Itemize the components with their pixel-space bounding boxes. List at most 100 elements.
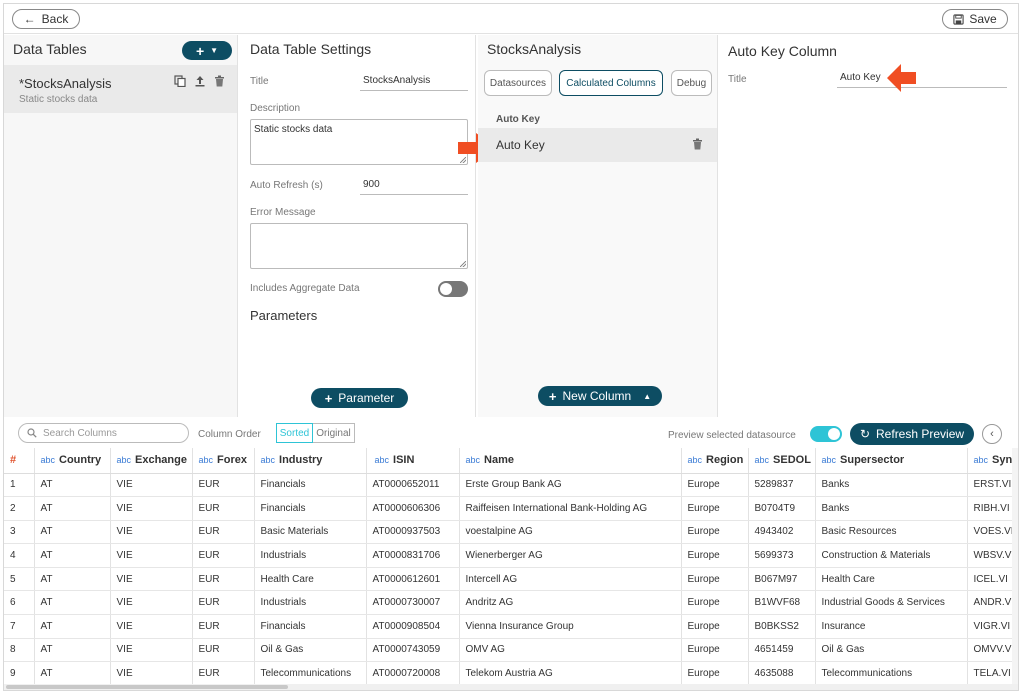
- auto-key-title-label: Title: [728, 74, 747, 85]
- column-header[interactable]: abc Country: [34, 448, 111, 474]
- table-cell: AT: [34, 496, 111, 521]
- description-label: Description: [250, 103, 301, 114]
- column-header[interactable]: abc Syn: [967, 448, 1018, 474]
- column-header[interactable]: abc Name: [459, 448, 682, 474]
- column-header[interactable]: abc Supersector: [815, 448, 968, 474]
- settings-title: Data Table Settings: [250, 41, 372, 57]
- tab-datasources[interactable]: Datasources: [484, 70, 552, 96]
- tab-debug[interactable]: Debug: [671, 70, 712, 96]
- column-header[interactable]: abc ISIN: [366, 448, 460, 474]
- table-cell: ANDR.VI: [967, 590, 1018, 616]
- auto-key-column-panel: Auto Key Column Title Auto Key: [719, 35, 1019, 417]
- table-cell: OMV AG: [459, 638, 682, 663]
- sorted-option[interactable]: Sorted: [276, 423, 313, 443]
- table-row[interactable]: 8 AT VIE EUR Oil & Gas AT0000743059 OMV AG Euro…: [4, 638, 1018, 663]
- table-cell: Europe: [681, 638, 749, 663]
- table-cell: EUR: [192, 614, 255, 639]
- table-cell: EUR: [192, 520, 255, 545]
- upload-icon[interactable]: [194, 75, 206, 87]
- table-cell: Europe: [681, 567, 749, 592]
- table-cell: VIE: [110, 543, 193, 568]
- table-cell: Europe: [681, 590, 749, 616]
- column-header[interactable]: abc Industry: [254, 448, 367, 474]
- table-row[interactable]: 3 AT VIE EUR Basic Materials AT0000937503 voes…: [4, 520, 1018, 545]
- table-row[interactable]: 2 AT VIE EUR Financials AT0000606306 Raiffeise…: [4, 496, 1018, 521]
- table-cell: Raiffeisen International Bank-Holding AG: [459, 496, 682, 521]
- floppy-disk-icon: [953, 13, 964, 25]
- save-button[interactable]: Save: [942, 9, 1008, 29]
- data-table-name: *StocksAnalysis: [19, 76, 112, 91]
- column-header[interactable]: abc Forex: [192, 448, 255, 474]
- table-cell: Telecommunications: [815, 661, 968, 686]
- table-cell: VOES.VI: [967, 520, 1018, 545]
- table-cell: TELA.VI: [967, 661, 1018, 686]
- column-header[interactable]: abc Exchange: [110, 448, 193, 474]
- new-column-label: New Column: [562, 389, 632, 403]
- column-header[interactable]: abc Region: [681, 448, 749, 474]
- auto-key-row-label: Auto Key: [496, 138, 545, 152]
- tab-calculated-columns[interactable]: Calculated Columns: [559, 70, 663, 96]
- back-button[interactable]: ← Back: [12, 9, 80, 29]
- data-table-item[interactable]: *StocksAnalysis Static stocks data: [4, 65, 237, 113]
- table-cell: VIE: [110, 661, 193, 686]
- vertical-scrollbar[interactable]: [1012, 448, 1018, 686]
- table-cell: B1WVF68: [748, 590, 816, 616]
- search-placeholder: Search Columns: [43, 427, 117, 439]
- data-tables-title: Data Tables: [13, 41, 87, 57]
- data-table-settings-panel: Data Table Settings Title StocksAnalysis…: [240, 35, 497, 417]
- description-field[interactable]: Static stocks data: [250, 119, 468, 165]
- table-cell: VIGR.VI: [967, 614, 1018, 639]
- table-cell: voestalpine AG: [459, 520, 682, 545]
- table-cell: Telecommunications: [254, 661, 367, 686]
- table-row[interactable]: 5 AT VIE EUR Health Care AT0000612601 Intercel…: [4, 567, 1018, 592]
- table-cell: EUR: [192, 661, 255, 686]
- table-cell: Europe: [681, 543, 749, 568]
- scrollbar-thumb[interactable]: [6, 685, 288, 689]
- table-cell: Europe: [681, 473, 749, 498]
- table-cell: AT: [34, 614, 111, 639]
- aggregate-label: Includes Aggregate Data: [250, 283, 360, 294]
- data-tables-panel: Data Tables + ▼ *StocksAnalysis Static s…: [4, 35, 238, 417]
- trash-icon[interactable]: [214, 75, 225, 87]
- refresh-preview-button[interactable]: ↻ Refresh Preview: [850, 423, 974, 445]
- auto-key-title-field[interactable]: Auto Key: [837, 70, 1007, 88]
- copy-icon[interactable]: [174, 75, 186, 87]
- arrow-left-annotation-icon: [887, 64, 916, 92]
- row-number-cell: 5: [4, 567, 35, 592]
- add-data-table-button[interactable]: + ▼: [182, 41, 232, 60]
- table-cell: Construction & Materials: [815, 543, 968, 568]
- add-parameter-button[interactable]: + Parameter: [311, 388, 408, 408]
- table-cell: AT0000730007: [366, 590, 460, 616]
- error-message-field[interactable]: [250, 223, 468, 269]
- preview-datasource-toggle[interactable]: [810, 426, 842, 442]
- search-columns-input[interactable]: Search Columns: [18, 423, 189, 443]
- table-cell: Intercell AG: [459, 567, 682, 592]
- table-cell: AT0000612601: [366, 567, 460, 592]
- new-column-button[interactable]: + New Column ▲: [538, 386, 662, 406]
- horizontal-scrollbar[interactable]: [4, 684, 1018, 690]
- column-header[interactable]: abc SEDOL: [748, 448, 816, 474]
- collapse-chevron-icon[interactable]: ‹: [982, 424, 1002, 444]
- table-cell: AT0000743059: [366, 638, 460, 663]
- auto-key-column-row[interactable]: Auto Key: [478, 128, 717, 162]
- trash-icon[interactable]: [692, 138, 703, 150]
- stocks-panel-title: StocksAnalysis: [487, 41, 582, 57]
- table-row[interactable]: 4 AT VIE EUR Industrials AT0000831706 Wienerbe…: [4, 543, 1018, 568]
- auto-refresh-field[interactable]: 900: [360, 177, 468, 195]
- table-cell: Health Care: [254, 567, 367, 592]
- table-row[interactable]: 6 AT VIE EUR Industrials AT0000730007 Andritz …: [4, 590, 1018, 616]
- table-cell: VIE: [110, 590, 193, 616]
- row-number-cell: 3: [4, 520, 35, 545]
- table-cell: B0BKSS2: [748, 614, 816, 639]
- table-row[interactable]: 7 AT VIE EUR Financials AT0000908504 Vienna In…: [4, 614, 1018, 639]
- row-number-cell: 4: [4, 543, 35, 568]
- title-field[interactable]: StocksAnalysis: [360, 73, 468, 91]
- table-row[interactable]: 1 AT VIE EUR Financials AT0000652011 Erste Gro…: [4, 473, 1018, 498]
- table-cell: EUR: [192, 638, 255, 663]
- original-option[interactable]: Original: [313, 423, 355, 443]
- table-cell: EUR: [192, 543, 255, 568]
- table-row[interactable]: 9 AT VIE EUR Telecommunications AT0000720008 T…: [4, 661, 1018, 686]
- table-cell: Financials: [254, 473, 367, 498]
- plus-icon: +: [324, 390, 333, 406]
- aggregate-toggle[interactable]: [438, 281, 468, 297]
